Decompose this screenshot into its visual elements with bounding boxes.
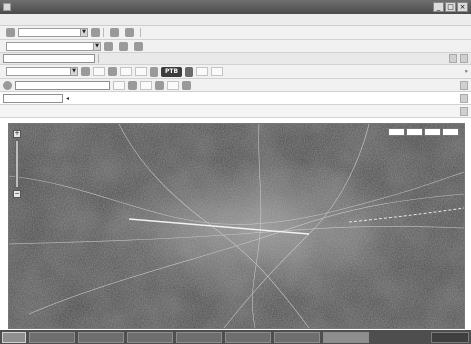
window-titlebar: _ □ ×: [0, 0, 471, 14]
print-icon[interactable]: [134, 41, 143, 51]
app-icon: [3, 3, 11, 11]
forward-icon[interactable]: [91, 28, 100, 37]
search-dropdown[interactable]: ▼: [6, 41, 101, 51]
maps-toolbar: ▼ PTB »: [0, 65, 471, 79]
chevron-down-icon: ▼: [93, 42, 100, 50]
address-field[interactable]: [3, 54, 95, 63]
url-input[interactable]: [15, 80, 110, 90]
zoom-control: + −: [13, 130, 21, 204]
zoom-in-button[interactable]: +: [13, 130, 21, 138]
nav-button[interactable]: [140, 80, 152, 90]
back-arrow-icon[interactable]: [6, 28, 15, 37]
map-type-tab[interactable]: [406, 128, 423, 136]
toolbar-separator: [103, 28, 104, 37]
page-tab[interactable]: [3, 93, 63, 103]
toolbar-separator: [98, 54, 99, 63]
menubar: [0, 14, 471, 26]
toolbar-more[interactable]: »: [464, 68, 468, 75]
satellite-imagery: [9, 124, 464, 328]
taskbar-button[interactable]: [274, 331, 320, 343]
page-strip: [0, 105, 471, 118]
tab-close-button[interactable]: [460, 93, 468, 103]
refresh-icon[interactable]: [128, 80, 137, 90]
toolbar-button[interactable]: [211, 67, 224, 76]
go-button[interactable]: [449, 54, 457, 63]
history-dropdown[interactable]: ▼: [18, 28, 88, 37]
map-type-tabs: [388, 128, 459, 136]
favorites-icon[interactable]: [125, 28, 134, 37]
taskbar: [0, 330, 471, 344]
bookmark-icon[interactable]: [155, 80, 164, 90]
taskbar-button[interactable]: [225, 331, 271, 343]
settings-icon[interactable]: [182, 80, 191, 90]
map-view-button[interactable]: [185, 66, 194, 77]
toolbar-button[interactable]: [135, 67, 147, 76]
nav-button[interactable]: [113, 80, 125, 90]
taskbar-button[interactable]: [323, 331, 369, 343]
ptb-button[interactable]: PTB: [161, 66, 183, 77]
place-search-dropdown[interactable]: ▼: [6, 67, 78, 76]
toolbar-button[interactable]: [93, 67, 105, 76]
close-button[interactable]: ×: [457, 2, 468, 12]
map-view-button[interactable]: [150, 66, 158, 77]
tab-row: ◂: [0, 92, 471, 105]
toolbar-button[interactable]: [196, 67, 209, 76]
minimize-button[interactable]: _: [433, 2, 444, 12]
zoom-slider[interactable]: [15, 140, 19, 188]
chevron-down-icon: ▼: [70, 68, 77, 75]
links-button[interactable]: [460, 54, 468, 63]
window-controls: _ □ ×: [433, 2, 468, 12]
mail-icon[interactable]: [119, 41, 128, 51]
taskbar-button[interactable]: [29, 331, 75, 343]
taskbar-button[interactable]: [78, 331, 124, 343]
taskbar-button[interactable]: [176, 331, 222, 343]
tab-scroll-icon[interactable]: ◂: [66, 95, 69, 102]
map-type-tab[interactable]: [388, 128, 405, 136]
search-icon[interactable]: [81, 67, 90, 76]
toolbar-button[interactable]: [120, 67, 132, 76]
search-icon[interactable]: [110, 28, 119, 37]
chevron-down-icon: ▼: [80, 29, 87, 36]
page-scroll-button[interactable]: [460, 106, 468, 116]
nav-button[interactable]: [167, 80, 179, 90]
navigation-row: [0, 79, 471, 92]
satellite-map[interactable]: + −: [8, 123, 465, 329]
maximize-button[interactable]: □: [445, 2, 456, 12]
home-icon[interactable]: [104, 41, 113, 51]
links-toolbar: ▼: [0, 40, 471, 53]
toolbar-separator: [140, 28, 141, 37]
taskbar-button[interactable]: [127, 331, 173, 343]
system-tray: [431, 331, 469, 343]
address-row: [0, 53, 471, 65]
start-button[interactable]: [2, 331, 26, 343]
globe-icon[interactable]: [3, 80, 12, 90]
map-type-tab[interactable]: [424, 128, 441, 136]
scroll-arrow-button[interactable]: [460, 80, 468, 90]
layers-icon[interactable]: [108, 67, 117, 76]
map-type-tab[interactable]: [442, 128, 459, 136]
zoom-out-button[interactable]: −: [13, 190, 21, 198]
standard-toolbar: ▼: [0, 26, 471, 40]
